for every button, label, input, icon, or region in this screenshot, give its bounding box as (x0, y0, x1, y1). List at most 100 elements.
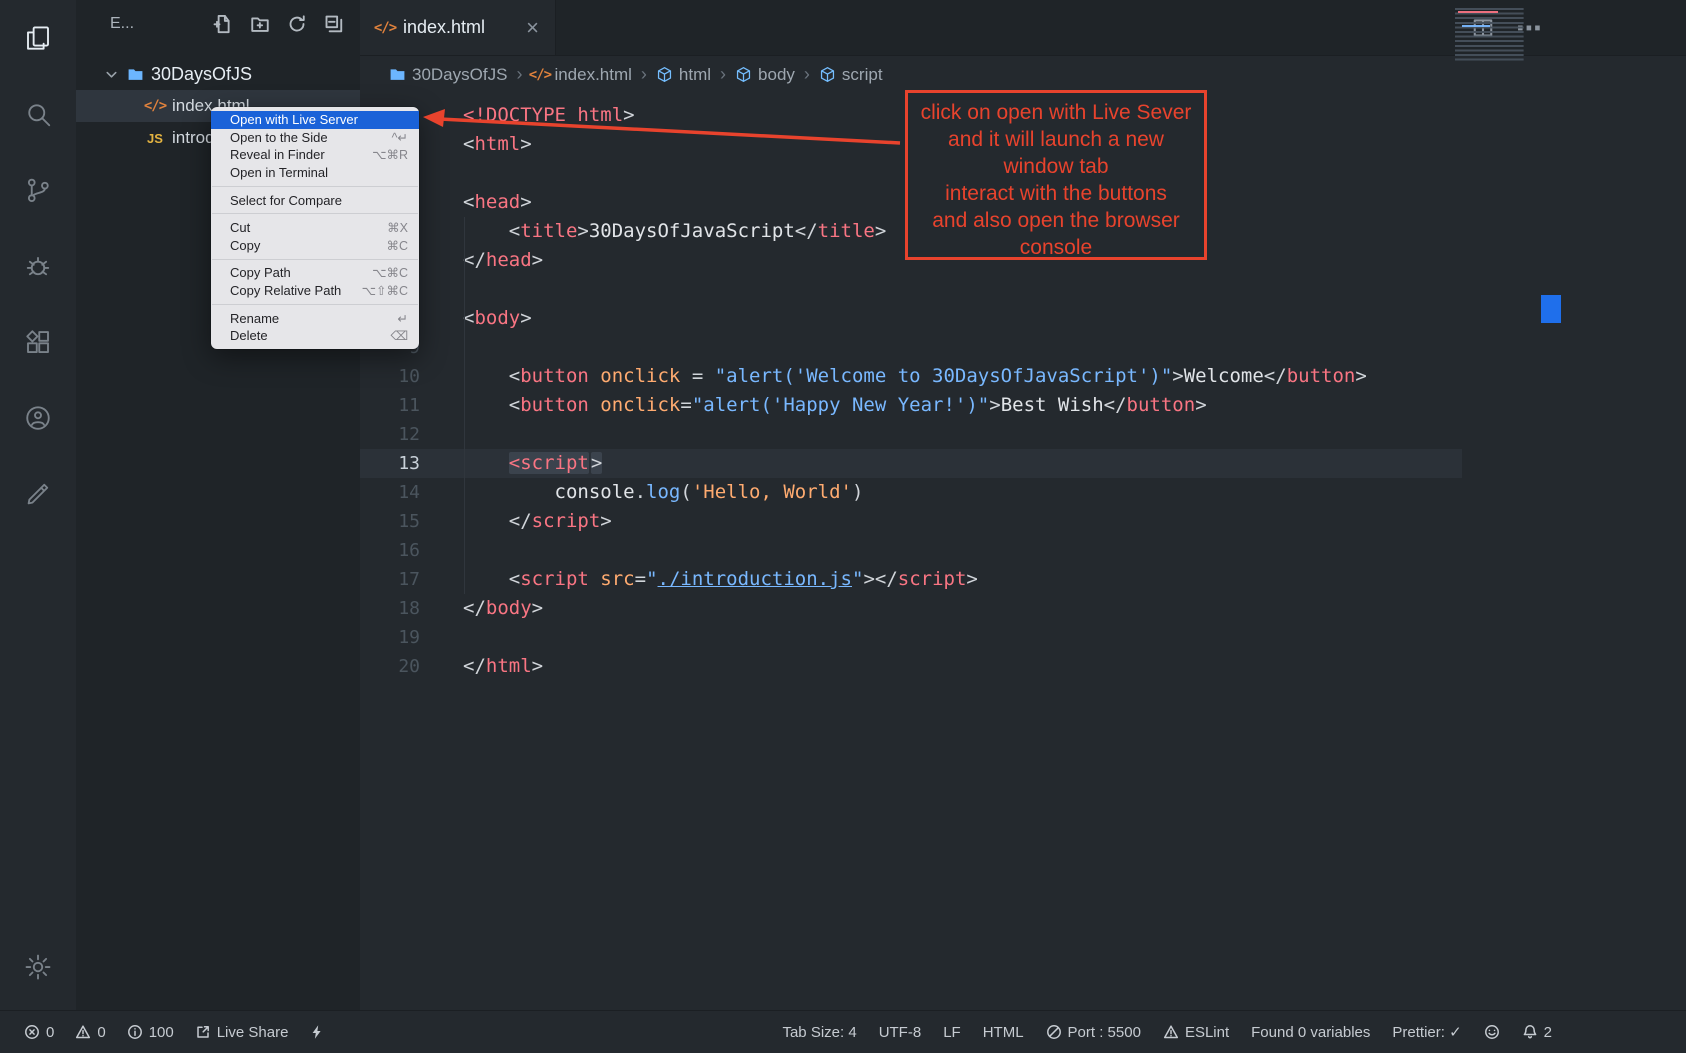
status-eol[interactable]: LF (943, 1024, 961, 1041)
js-icon: JS (146, 129, 164, 147)
breadcrumb-separator: › (516, 64, 522, 85)
status-eslint[interactable]: ESLint (1163, 1024, 1229, 1041)
code-line-12[interactable]: 12 (360, 420, 1686, 449)
code-line-8[interactable]: 8<body> (360, 304, 1686, 333)
indent-guide (464, 217, 465, 594)
gear-icon (23, 952, 53, 982)
error-icon (24, 1024, 40, 1040)
menu-item-open-to-the-side[interactable]: Open to the Side^↵ (211, 129, 419, 147)
breadcrumb-index-html[interactable]: </>index.html (531, 65, 631, 85)
menu-item-copy-relative-path[interactable]: Copy Relative Path⌥⇧⌘C (211, 282, 419, 300)
activity-extensions[interactable] (14, 318, 62, 366)
status-notifications[interactable]: 2 (1522, 1024, 1552, 1041)
line-number: 15 (360, 507, 420, 536)
menu-item-select-for-compare[interactable]: Select for Compare (211, 191, 419, 209)
menu-item-copy[interactable]: Copy⌘C (211, 237, 419, 255)
breadcrumb-body[interactable]: body (735, 65, 795, 85)
lightning-icon (309, 1024, 325, 1040)
annotation-line: window tab (908, 153, 1204, 180)
status-info-count[interactable]: 100 (127, 1024, 174, 1041)
refresh-explorer-button[interactable] (287, 14, 307, 34)
code-line-20[interactable]: 20</html> (360, 652, 1686, 681)
code-line-17[interactable]: 17 <script src="./introduction.js"></scr… (360, 565, 1686, 594)
line-number: 20 (360, 652, 420, 681)
code-line-15[interactable]: 15 </script> (360, 507, 1686, 536)
code-line-9[interactable]: 9 (360, 333, 1686, 362)
bell-icon (1522, 1024, 1538, 1040)
code-icon: </> (146, 97, 164, 115)
refresh-icon (287, 14, 307, 34)
breadcrumb-separator: › (720, 64, 726, 85)
status-port[interactable]: Port : 5500 (1046, 1024, 1141, 1041)
new-folder-button[interactable] (250, 14, 270, 34)
menu-item-rename[interactable]: Rename↵ (211, 309, 419, 327)
code-line-18[interactable]: 18</body> (360, 594, 1686, 623)
line-number: 18 (360, 594, 420, 623)
menu-item-reveal-in-finder[interactable]: Reveal in Finder⌥⌘R (211, 146, 419, 164)
code-line-7[interactable]: 7 (360, 275, 1686, 304)
activity-explorer[interactable] (14, 14, 62, 62)
menu-item-open-with-live-server[interactable]: Open with Live Server (211, 111, 419, 129)
line-number: 11 (360, 391, 420, 420)
status-language-mode[interactable]: HTML (983, 1024, 1024, 1041)
breadcrumb-30daysofjs[interactable]: 30DaysOfJS (389, 65, 507, 85)
breadcrumb-script[interactable]: script (819, 65, 883, 85)
annotation-line: and it will launch a new (908, 126, 1204, 153)
context-menu: Open with Live ServerOpen to the Side^↵R… (211, 107, 419, 349)
activity-search[interactable] (14, 90, 62, 138)
tab-label: index.html (403, 17, 485, 38)
cube-icon (656, 66, 673, 83)
status-encoding[interactable]: UTF-8 (879, 1024, 922, 1041)
warning-icon (1163, 1024, 1179, 1040)
sidebar-actions (213, 14, 344, 34)
cube-icon (735, 66, 752, 83)
status-feedback-smiley[interactable] (1484, 1024, 1500, 1040)
code-line-13[interactable]: 13 <script> (360, 449, 1686, 478)
code-line-19[interactable]: 19 (360, 623, 1686, 652)
activity-run-debug[interactable] (14, 242, 62, 290)
breadcrumb-html[interactable]: html (656, 65, 711, 85)
code-line-10[interactable]: 10 <button onclick = "alert('Welcome to … (360, 362, 1686, 391)
status-bar: 0 0 100 Live Share Tab Size: 4 UTF-8 LF HTML Po… (0, 1010, 1686, 1053)
menu-item-cut[interactable]: Cut⌘X (211, 219, 419, 237)
menu-item-delete[interactable]: Delete⌫ (211, 327, 419, 345)
close-icon[interactable]: × (526, 17, 539, 39)
tab-index-html[interactable]: </> index.html × (360, 0, 556, 55)
extensions-icon (23, 327, 53, 357)
line-number: 16 (360, 536, 420, 565)
menu-item-open-in-terminal[interactable]: Open in Terminal (211, 164, 419, 182)
status-live-share[interactable]: Live Share (195, 1024, 289, 1041)
code-icon: </> (376, 19, 394, 37)
annotation-line: click on open with Live Sever (908, 99, 1204, 126)
smiley-icon (1484, 1024, 1500, 1040)
activity-source-control[interactable] (14, 166, 62, 214)
search-icon (23, 99, 53, 129)
folder-row-30daysofjs[interactable]: 30DaysOfJS (76, 58, 360, 90)
minimap[interactable] (1455, 8, 1543, 62)
status-errors[interactable]: 0 (24, 1024, 54, 1041)
status-warnings[interactable]: 0 (75, 1024, 105, 1041)
status-prettier[interactable]: Prettier: ✓ (1392, 1023, 1461, 1041)
menu-item-copy-path[interactable]: Copy Path⌥⌘C (211, 264, 419, 282)
status-variables[interactable]: Found 0 variables (1251, 1024, 1370, 1041)
code-line-14[interactable]: 14 console.log('Hello, World') (360, 478, 1686, 507)
breadcrumb-separator: › (804, 64, 810, 85)
new-file-button[interactable] (213, 14, 233, 34)
status-live-server-bolt[interactable] (309, 1024, 325, 1040)
code-line-11[interactable]: 11 <button onclick="alert('Happy New Yea… (360, 391, 1686, 420)
files-icon (23, 23, 53, 53)
line-number: 19 (360, 623, 420, 652)
menu-separator (212, 213, 418, 214)
new-folder-icon (250, 14, 270, 34)
collapse-folders-button[interactable] (324, 14, 344, 34)
folder-sm-icon (389, 66, 406, 83)
info-icon (127, 1024, 143, 1040)
line-number: 12 (360, 420, 420, 449)
status-tab-size[interactable]: Tab Size: 4 (782, 1024, 856, 1041)
line-number: 17 (360, 565, 420, 594)
activity-feedback[interactable] (14, 470, 62, 518)
activity-live-share[interactable] (14, 394, 62, 442)
code-line-16[interactable]: 16 (360, 536, 1686, 565)
overview-ruler-marker[interactable] (1541, 295, 1561, 323)
activity-settings[interactable] (14, 943, 62, 991)
